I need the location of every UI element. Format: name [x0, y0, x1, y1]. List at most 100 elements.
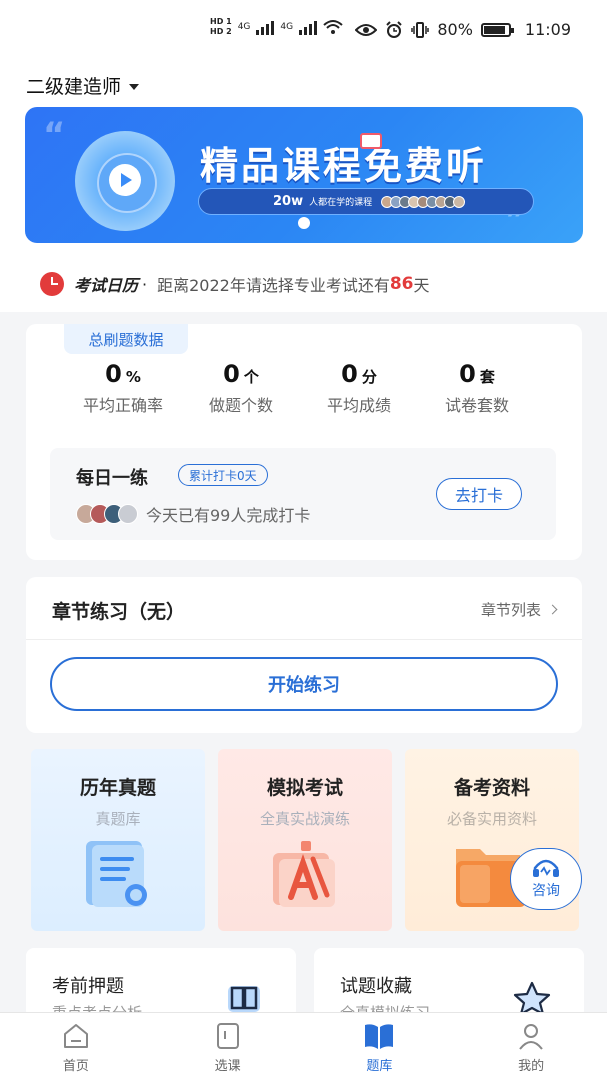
stat-value: 0 — [341, 360, 358, 388]
daily-title: 每日一练 — [76, 468, 148, 489]
question-bank-page: 二级建造师 “ ” 精品课程免费听 20w 人都在学的课程 考试日历 · 距离2… — [0, 62, 607, 1018]
hd1-label: HD 1 — [210, 17, 232, 26]
alarm-icon — [386, 20, 403, 38]
card-pre-exam-tips[interactable]: 考前押题 重点考点分析 — [26, 948, 296, 1018]
chapter-list-label: 章节列表 — [480, 601, 541, 619]
card-title: 考前押题 — [52, 976, 124, 997]
net1-label: 4G — [237, 22, 251, 32]
battery-percent: 80% — [437, 20, 473, 39]
tile-subtitle: 全真实战演练 — [259, 810, 350, 828]
tile-subtitle: 必备实用资料 — [446, 810, 537, 828]
daily-practice: 每日一练 累计打卡0天 今天已有99人完成打卡 去打卡 — [50, 448, 556, 540]
tab-profile[interactable]: 我的 — [455, 1013, 607, 1080]
stat-questions: 0个 做题个数 — [182, 360, 300, 416]
stat-value: 0 — [459, 360, 476, 388]
stats-row: 0% 平均正确率 0个 做题个数 0分 平均成绩 0套 试卷套数 — [26, 360, 582, 416]
clock-icon — [40, 272, 64, 296]
stat-papers: 0套 试卷套数 — [418, 360, 536, 416]
vibrate-icon — [411, 21, 430, 38]
divider — [26, 639, 582, 640]
exam-calendar[interactable]: 考试日历 · 距离2022年请选择专业考试还有 86 天 — [26, 258, 582, 310]
stat-score: 0分 平均成绩 — [300, 360, 418, 416]
stat-value: 0 — [105, 360, 122, 388]
stat-accuracy: 0% 平均正确率 — [64, 360, 182, 416]
document-icon — [86, 841, 147, 907]
stat-label: 平均正确率 — [82, 396, 163, 415]
tile-past-exams[interactable]: 历年真题 真题库 — [31, 749, 205, 931]
status-bar: HD 1 HD 2 4G 4G 80% 11:09 — [0, 0, 607, 62]
promo-banner[interactable]: “ ” 精品课程免费听 20w 人都在学的课程 — [25, 107, 583, 243]
tile-title: 备考资料 — [453, 777, 530, 799]
signal-icon — [256, 19, 275, 35]
tile-title: 模拟考试 — [266, 777, 343, 799]
tile-mock-exam[interactable]: 模拟考试 全真实战演练 — [218, 749, 392, 931]
tab-label: 选课 — [214, 1059, 241, 1074]
wifi-icon — [323, 20, 343, 34]
headset-icon — [533, 859, 559, 877]
learner-avatars — [381, 195, 466, 208]
tab-label: 我的 — [518, 1059, 545, 1074]
countdown-unit: 天 — [413, 276, 430, 295]
quote-open-icon: “ — [43, 115, 66, 155]
stat-unit: 个 — [243, 368, 259, 386]
countdown-days: 86 — [389, 274, 414, 294]
star-icon — [513, 981, 551, 1016]
exam-selector[interactable]: 二级建造师 — [26, 72, 140, 99]
card-title: 试题收藏 — [340, 976, 412, 997]
bottom-cards: 考前押题 重点考点分析 试题收藏 全真模拟练习 — [26, 948, 584, 1018]
banner-caption: 人都在学的课程 — [309, 198, 373, 208]
network-indicators: HD 1 HD 2 4G 4G — [210, 17, 343, 37]
stat-label: 试卷套数 — [444, 396, 509, 415]
chapter-list-link[interactable]: 章节列表 — [480, 599, 558, 620]
calendar-label: 考试日历 — [74, 276, 139, 295]
banner-caption-pill: 20w 人都在学的课程 — [198, 188, 534, 215]
calendar-dot: · — [142, 274, 148, 294]
profile-icon — [519, 1024, 543, 1050]
checkin-count-text: 今天已有99人完成打卡 — [146, 506, 311, 525]
caret-down-icon — [129, 83, 140, 90]
stat-unit: % — [125, 368, 141, 386]
stats-card: 总刷题数据 0% 平均正确率 0个 做题个数 0分 平均成绩 0套 试卷套数 每… — [26, 324, 582, 560]
carousel-indicator — [298, 217, 310, 229]
eye-icon — [355, 23, 378, 36]
chevron-right-icon — [547, 604, 558, 615]
tab-courses[interactable]: 选课 — [152, 1013, 304, 1080]
more-avatars-icon — [118, 504, 138, 524]
tab-home[interactable]: 首页 — [0, 1013, 152, 1080]
stat-unit: 分 — [361, 368, 377, 386]
hd-indicator: HD 1 HD 2 — [210, 17, 232, 37]
calendar-text: 距离2022年请选择专业考试还有 — [157, 276, 390, 295]
home-icon — [63, 1024, 88, 1048]
chapter-practice-card: 章节练习（无） 章节列表 开始练习 — [26, 577, 582, 733]
play-icon — [109, 164, 141, 196]
battery-icon — [480, 22, 514, 37]
start-practice-button[interactable]: 开始练习 — [50, 657, 558, 711]
stats-tag: 总刷题数据 — [64, 324, 188, 354]
hd2-label: HD 2 — [210, 27, 232, 36]
tv-icon — [360, 133, 382, 149]
checkin-people: 今天已有99人完成打卡 — [76, 502, 310, 526]
consult-button[interactable]: 咨询 — [510, 848, 582, 910]
tab-label: 首页 — [62, 1059, 89, 1074]
exam-name: 二级建造师 — [26, 76, 122, 98]
chapter-title: 章节练习（无） — [52, 601, 186, 623]
banner-title: 精品课程免费听 — [200, 144, 488, 188]
course-icon — [216, 1023, 239, 1049]
consult-label: 咨询 — [532, 883, 560, 899]
clock-time: 11:09 — [524, 20, 571, 39]
card-favorites[interactable]: 试题收藏 全真模拟练习 — [314, 948, 584, 1018]
tab-label: 题库 — [366, 1059, 393, 1074]
exam-paper-icon — [273, 841, 335, 907]
tile-subtitle: 真题库 — [95, 810, 141, 828]
stat-value: 0 — [223, 360, 240, 388]
stat-label: 平均成绩 — [326, 396, 391, 415]
checkin-button[interactable]: 去打卡 — [436, 478, 522, 510]
system-indicators: 80% 11:09 — [355, 20, 571, 39]
tile-title: 历年真题 — [79, 777, 156, 799]
feature-tiles: 历年真题 真题库 模拟考试 全真实战演练 备考资料 必备实用资料 — [31, 749, 579, 931]
tab-question-bank[interactable]: 题库 — [304, 1013, 456, 1080]
bottom-tab-bar: 首页 选课 题库 我的 — [0, 1012, 607, 1080]
book-icon — [365, 1024, 394, 1049]
banner-count: 20w — [273, 194, 304, 209]
open-book-icon — [228, 986, 260, 1012]
